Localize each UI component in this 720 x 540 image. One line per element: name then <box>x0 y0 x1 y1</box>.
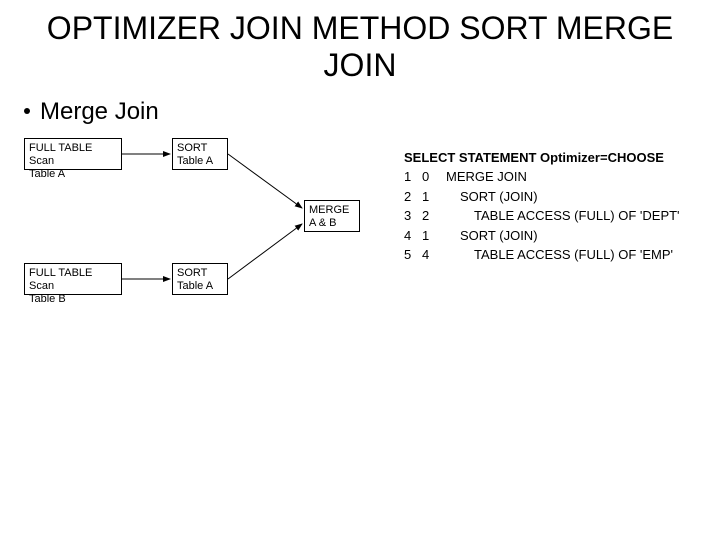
box-merge-l2: A & B <box>309 217 337 229</box>
plan-row-op: SORT (JOIN) <box>440 189 538 204</box>
box-sort-b-l2: Table A <box>177 280 213 292</box>
plan-header: SELECT STATEMENT Optimizer=CHOOSE <box>404 148 680 168</box>
plan-row-op: TABLE ACCESS (FULL) OF 'EMP' <box>440 247 673 262</box>
box-sort-b-l1: SORT <box>177 267 207 279</box>
plan-row-parent: 1 <box>422 226 440 246</box>
plan-row-op: MERGE JOIN <box>440 169 527 184</box>
plan-row: 32TABLE ACCESS (FULL) OF 'DEPT' <box>404 206 680 226</box>
box-scan-b-l1: FULL TABLE Scan <box>29 267 92 292</box>
bullet-line: Merge Join <box>0 84 720 126</box>
box-scan-a: FULL TABLE Scan Table A <box>24 138 122 170</box>
plan-row-parent: 0 <box>422 167 440 187</box>
plan-row: 41SORT (JOIN) <box>404 226 680 246</box>
box-sort-a-l1: SORT <box>177 142 207 154</box>
plan-row-id: 2 <box>404 187 422 207</box>
box-merge: MERGE A & B <box>304 200 360 232</box>
plan-row-id: 3 <box>404 206 422 226</box>
plan-row: 54TABLE ACCESS (FULL) OF 'EMP' <box>404 245 680 265</box>
box-sort-b: SORT Table A <box>172 263 228 295</box>
box-scan-b: FULL TABLE Scan Table B <box>24 263 122 295</box>
plan-row-parent: 1 <box>422 187 440 207</box>
plan-row-id: 1 <box>404 167 422 187</box>
plan-row-op: TABLE ACCESS (FULL) OF 'DEPT' <box>440 208 680 223</box>
bullet-text: Merge Join <box>40 98 159 125</box>
plan-row-parent: 2 <box>422 206 440 226</box>
plan-row-id: 5 <box>404 245 422 265</box>
box-sort-a: SORT Table A <box>172 138 228 170</box>
plan-row-id: 4 <box>404 226 422 246</box>
box-sort-a-l2: Table A <box>177 155 213 167</box>
plan-row: 10MERGE JOIN <box>404 167 680 187</box>
flow-diagram: FULL TABLE Scan Table A SORT Table A FUL… <box>24 138 384 338</box>
box-merge-l1: MERGE <box>309 204 349 216</box>
plan-row-parent: 4 <box>422 245 440 265</box>
box-scan-a-l1: FULL TABLE Scan <box>29 142 92 167</box>
bullet-dot-icon <box>24 108 30 114</box>
plan-row-op: SORT (JOIN) <box>440 228 538 243</box>
slide-title: OPTIMIZER JOIN METHOD SORT MERGE JOIN <box>0 0 720 84</box>
box-scan-b-l2: Table B <box>29 293 66 305</box>
execution-plan: SELECT STATEMENT Optimizer=CHOOSE 10MERG… <box>404 148 680 265</box>
box-scan-a-l2: Table A <box>29 168 65 180</box>
plan-row: 21SORT (JOIN) <box>404 187 680 207</box>
